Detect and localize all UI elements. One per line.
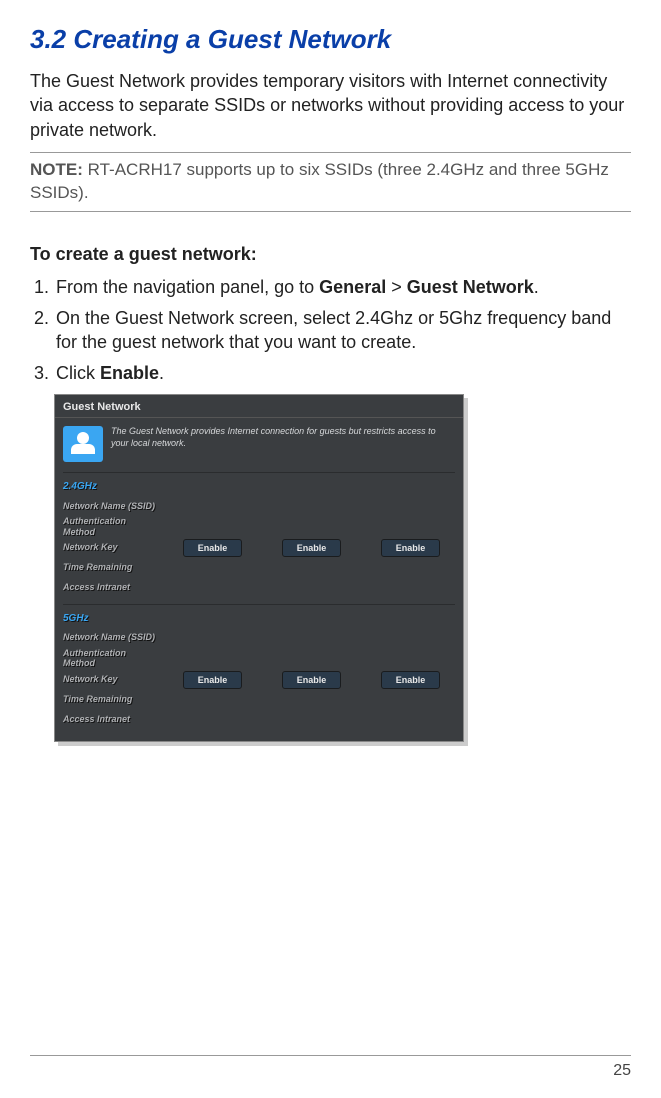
page-number: 25 xyxy=(613,1062,631,1079)
band-5ghz-rows: Network Name (SSID) Authentication Metho… xyxy=(55,628,463,734)
screenshot-description: The Guest Network provides Internet conn… xyxy=(111,426,455,449)
enable-button[interactable]: Enable xyxy=(282,671,342,689)
label-key: Network Key xyxy=(63,674,158,685)
row-ssid: Network Name (SSID) xyxy=(63,628,455,648)
guest-network-icon xyxy=(63,426,103,462)
note-text: RT-ACRH17 supports up to six SSIDs (thre… xyxy=(30,160,609,202)
label-intranet: Access Intranet xyxy=(63,582,158,593)
divider xyxy=(63,472,455,473)
row-key: Network Key Enable Enable Enable xyxy=(63,669,455,689)
enable-button[interactable]: Enable xyxy=(282,539,342,557)
note: NOTE: RT-ACRH17 supports up to six SSIDs… xyxy=(30,157,631,207)
step-bold: General xyxy=(319,277,386,297)
label-ssid: Network Name (SSID) xyxy=(63,632,158,643)
label-auth: Authentication Method xyxy=(63,516,158,538)
step-bold: Guest Network xyxy=(407,277,534,297)
subheading: To create a guest network: xyxy=(30,244,631,265)
row-intranet: Access Intranet xyxy=(63,578,455,598)
band-24ghz-rows: Network Name (SSID) Authentication Metho… xyxy=(55,496,463,602)
label-ssid: Network Name (SSID) xyxy=(63,501,158,512)
enable-button[interactable]: Enable xyxy=(183,671,243,689)
step-3: Click Enable. xyxy=(54,361,631,386)
label-intranet: Access Intranet xyxy=(63,714,158,725)
row-key: Network Key Enable Enable Enable xyxy=(63,538,455,558)
divider xyxy=(63,604,455,605)
screenshot-banner: The Guest Network provides Internet conn… xyxy=(55,418,463,470)
band-label-5ghz: 5GHz xyxy=(55,607,463,628)
row-time: Time Remaining xyxy=(63,558,455,578)
row-intranet: Access Intranet xyxy=(63,709,455,729)
divider-bottom xyxy=(30,211,631,212)
enable-button[interactable]: Enable xyxy=(183,539,243,557)
step-1: From the navigation panel, go to General… xyxy=(54,275,631,300)
row-auth: Authentication Method xyxy=(63,516,455,538)
step-text: Click xyxy=(56,363,100,383)
page-footer: 25 xyxy=(30,1055,631,1080)
intro-paragraph: The Guest Network provides temporary vis… xyxy=(30,69,631,142)
screenshot-title: Guest Network xyxy=(55,395,463,418)
label-key: Network Key xyxy=(63,542,158,553)
band-label-24ghz: 2.4GHz xyxy=(55,475,463,496)
screenshot-panel: Guest Network The Guest Network provides… xyxy=(54,394,464,742)
step-2: On the Guest Network screen, select 2.4G… xyxy=(54,306,631,356)
label-time: Time Remaining xyxy=(63,694,158,705)
row-auth: Authentication Method xyxy=(63,648,455,670)
label-time: Time Remaining xyxy=(63,562,158,573)
enable-button[interactable]: Enable xyxy=(381,671,441,689)
enable-button[interactable]: Enable xyxy=(381,539,441,557)
steps-list: From the navigation panel, go to General… xyxy=(30,275,631,386)
step-text: > xyxy=(386,277,407,297)
step-bold: Enable xyxy=(100,363,159,383)
note-label: NOTE: xyxy=(30,160,83,179)
label-auth: Authentication Method xyxy=(63,648,158,670)
step-text: . xyxy=(534,277,539,297)
section-heading: 3.2 Creating a Guest Network xyxy=(30,24,631,55)
step-text: From the navigation panel, go to xyxy=(56,277,319,297)
row-ssid: Network Name (SSID) xyxy=(63,496,455,516)
divider-top xyxy=(30,152,631,153)
row-time: Time Remaining xyxy=(63,689,455,709)
step-text: . xyxy=(159,363,164,383)
